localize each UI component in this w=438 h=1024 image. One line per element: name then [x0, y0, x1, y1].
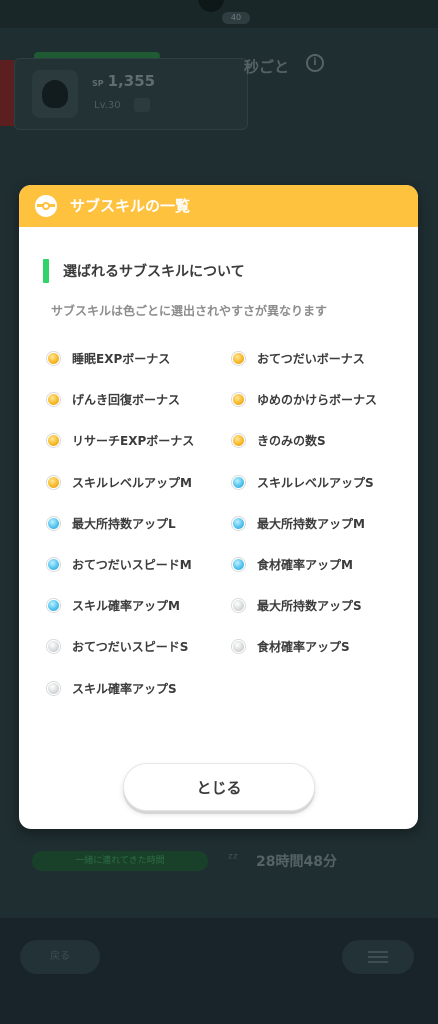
subskill-label: スキルレベルアップS	[257, 475, 374, 490]
background-menu-button	[342, 940, 414, 974]
subskill-label: 最大所持数アップM	[257, 516, 365, 531]
subskill-color-dot-icon	[47, 557, 60, 571]
subskill-color-dot-icon	[47, 392, 60, 406]
subskill-item: 最大所持数アップS	[232, 595, 362, 615]
subskill-color-dot-icon	[232, 557, 245, 571]
background-status-pill: 一緒に連れてきた時間	[32, 851, 208, 871]
subskill-item: スキル確率アップS	[47, 678, 177, 698]
subskill-color-dot-icon	[232, 516, 245, 530]
subskill-label: おてつだいスピードM	[72, 557, 192, 572]
subskill-color-dot-icon	[47, 433, 60, 447]
subskill-item: 最大所持数アップM	[232, 513, 365, 533]
subskill-label: ゆめのかけらボーナス	[257, 392, 378, 407]
subskill-list-modal: サブスキルの一覧 選ばれるサブスキルについて サブスキルは色ごとに選出されやすさ…	[19, 185, 418, 829]
subskill-item: おてつだいスピードM	[47, 554, 192, 574]
background-sp-value: SP 1,355	[92, 72, 156, 90]
subskill-item: おてつだいスピードS	[47, 636, 188, 656]
background-top-badge: 40	[222, 12, 250, 24]
background-side-tab	[0, 60, 14, 126]
subskill-color-dot-icon	[232, 433, 245, 447]
subskill-item: 食材確率アップM	[232, 554, 353, 574]
subskill-item: 睡眠EXPボーナス	[47, 348, 170, 368]
subskill-color-dot-icon	[47, 516, 60, 530]
subskill-label: スキル確率アップS	[72, 681, 177, 696]
subskill-color-dot-icon	[232, 392, 245, 406]
subskill-color-dot-icon	[47, 351, 60, 365]
subskill-label: 食材確率アップS	[257, 639, 350, 654]
subskill-label: スキル確率アップM	[72, 598, 180, 613]
subskill-item: ゆめのかけらボーナス	[232, 389, 377, 409]
subskill-label: 食材確率アップM	[257, 557, 353, 572]
close-button[interactable]: とじる	[123, 763, 315, 811]
subskill-color-dot-icon	[232, 639, 245, 653]
subskill-list: 睡眠EXPボーナス おてつだいボーナスげんき回復ボーナス ゆめのかけらボーナスリサー…	[19, 185, 418, 829]
background-back-button: 戻る	[20, 940, 100, 974]
subskill-color-dot-icon	[47, 598, 60, 612]
subskill-label: リサーチEXPボーナス	[72, 433, 195, 448]
subskill-label: げんき回復ボーナス	[72, 392, 181, 407]
background-level-badge	[134, 98, 150, 112]
subskill-item: スキル確率アップM	[47, 595, 180, 615]
subskill-label: おてつだいスピードS	[72, 639, 189, 654]
background-time-value: 28時間48分	[256, 854, 337, 870]
subskill-color-dot-icon	[47, 475, 60, 489]
subskill-label: 睡眠EXPボーナス	[72, 351, 171, 366]
subskill-item: きのみの数S	[232, 430, 326, 450]
subskill-color-dot-icon	[47, 639, 60, 653]
subskill-item: スキルレベルアップM	[47, 472, 192, 492]
subskill-color-dot-icon	[232, 351, 245, 365]
subskill-item: スキルレベルアップS	[232, 472, 374, 492]
background-pokemon-icon	[32, 70, 78, 118]
subskill-item: 最大所持数アップL	[47, 513, 176, 533]
background-level: Lv.30	[94, 100, 121, 111]
subskill-label: きのみの数S	[257, 433, 326, 448]
subskill-item: おてつだいボーナス	[232, 348, 365, 368]
background-every-text: 秒ごと	[244, 58, 290, 76]
subskill-item: 食材確率アップS	[232, 636, 350, 656]
subskill-item: リサーチEXPボーナス	[47, 430, 194, 450]
subskill-color-dot-icon	[232, 475, 245, 489]
subskill-label: 最大所持数アップS	[257, 598, 362, 613]
subskill-color-dot-icon	[232, 598, 245, 612]
info-icon: i	[306, 54, 324, 72]
sleep-icon: ᶻᶻ	[228, 851, 239, 867]
subskill-label: 最大所持数アップL	[72, 516, 176, 531]
subskill-label: おてつだいボーナス	[257, 351, 365, 366]
subskill-label: スキルレベルアップM	[72, 475, 192, 490]
subskill-color-dot-icon	[47, 681, 60, 695]
subskill-item: げんき回復ボーナス	[47, 389, 180, 409]
